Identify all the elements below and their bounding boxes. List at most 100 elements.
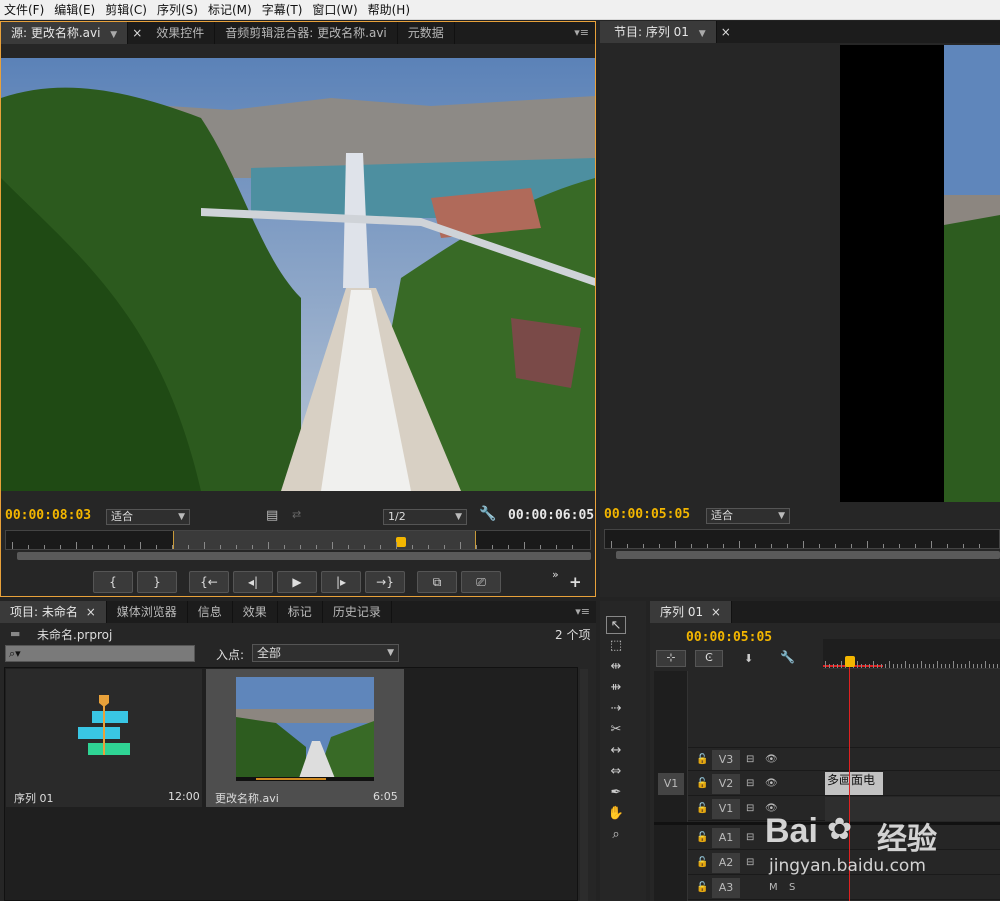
ruler-tick	[755, 544, 756, 548]
close-icon[interactable]: ×	[711, 605, 721, 619]
rolling-edit-tool-icon[interactable]: ⇻	[606, 679, 626, 697]
close-icon[interactable]: ×	[717, 21, 735, 43]
source-time-ruler[interactable]	[5, 530, 591, 550]
panel-menu-icon[interactable]: ▾≡	[568, 22, 595, 44]
menu-edit[interactable]: 编辑(E)	[50, 0, 101, 19]
lock-icon[interactable]: 🔓	[696, 882, 708, 894]
step-forward-button[interactable]: |▸	[321, 571, 361, 593]
zoom-tool-icon[interactable]: ⌕	[606, 826, 626, 844]
panel-menu-icon[interactable]: ▾≡	[569, 601, 596, 623]
toggle-sync-icon[interactable]: ⊟	[746, 803, 754, 815]
toggle-sync-icon[interactable]: ⊟	[746, 857, 754, 869]
program-fit-dropdown[interactable]: 适合 ▼	[706, 508, 790, 524]
tab-history[interactable]: 历史记录	[323, 601, 392, 623]
go-to-out-button[interactable]: →}	[365, 571, 405, 593]
menu-title[interactable]: 字幕(T)	[258, 0, 309, 19]
tab-info[interactable]: 信息	[188, 601, 233, 623]
mark-out-button[interactable]: }	[137, 571, 177, 593]
lock-icon[interactable]: 🔓	[696, 778, 708, 790]
track-label-v3[interactable]: V3	[712, 750, 740, 770]
source-timecode-current[interactable]: 00:00:08:03	[5, 508, 91, 523]
tab-source-dropdown-icon[interactable]: ▼	[110, 30, 117, 40]
film-icon[interactable]: ▤	[266, 508, 278, 523]
solo-toggle[interactable]: S	[789, 882, 795, 894]
slide-tool-icon[interactable]: ⇔	[606, 763, 626, 781]
pen-tool-icon[interactable]: ✒	[606, 784, 626, 802]
program-timecode-current[interactable]: 00:00:05:05	[604, 507, 690, 522]
track-label-v2[interactable]: V2	[712, 774, 740, 794]
toggle-sync-icon[interactable]: ⊟	[746, 778, 754, 790]
inpoint-dropdown[interactable]: 全部 ▼	[252, 644, 399, 662]
razor-tool-icon[interactable]: ✂	[606, 721, 626, 739]
tab-effect-controls[interactable]: 效果控件	[146, 22, 216, 44]
source-fit-dropdown[interactable]: 适合 ▼	[106, 509, 190, 525]
tab-audio-clip-mixer[interactable]: 音频剪辑混合器: 更改名称.avi	[215, 22, 398, 44]
menu-marker[interactable]: 标记(M)	[204, 0, 258, 19]
source-resolution-dropdown[interactable]: 1/2 ▼	[383, 509, 467, 525]
source-zoom-scrollbar[interactable]	[17, 552, 591, 560]
rate-stretch-tool-icon[interactable]: ⇢	[606, 700, 626, 718]
track-label-a3[interactable]: A3	[712, 878, 740, 898]
ripple-edit-tool-icon[interactable]: ⇹	[606, 658, 626, 676]
toggle-sync-icon[interactable]: ⊟	[746, 832, 754, 844]
tab-program[interactable]: 节目: 序列 01 ▼	[600, 21, 717, 43]
lock-icon[interactable]: 🔓	[696, 832, 708, 844]
project-scrollbar[interactable]	[580, 669, 588, 901]
wrench-icon[interactable]: 🔧	[479, 506, 496, 522]
source-patch-v1[interactable]: V1	[658, 773, 684, 795]
search-input[interactable]: ⌕▾	[5, 645, 195, 662]
add-marker-icon[interactable]: ⬇	[744, 652, 753, 665]
linked-selection-button[interactable]: Ͼ	[695, 650, 723, 667]
lock-icon[interactable]: 🔓	[696, 754, 708, 766]
tab-metadata[interactable]: 元数据	[398, 22, 455, 44]
timeline-timecode[interactable]: 00:00:05:05	[686, 630, 772, 645]
drag-video-icon[interactable]: ⇄	[292, 508, 301, 521]
slip-tool-icon[interactable]: ↔	[606, 742, 626, 760]
project-item-sequence[interactable]: 序列 01 12:00	[6, 669, 202, 807]
project-item-clip[interactable]: 更改名称.avi 6:05	[206, 669, 404, 807]
eye-icon[interactable]: 👁	[765, 778, 778, 790]
insert-button[interactable]: ⧉	[417, 571, 457, 593]
timeline-clip[interactable]: 多画面电	[825, 772, 883, 795]
lock-icon[interactable]: 🔓	[696, 803, 708, 815]
snap-button[interactable]: ⊹	[656, 650, 686, 667]
menu-file[interactable]: 文件(F)	[0, 0, 50, 19]
tab-markers[interactable]: 标记	[278, 601, 323, 623]
tab-effects[interactable]: 效果	[233, 601, 278, 623]
tab-media-browser[interactable]: 媒体浏览器	[107, 601, 188, 623]
program-zoom-scrollbar[interactable]	[616, 551, 1000, 559]
menu-clip[interactable]: 剪辑(C)	[101, 0, 153, 19]
track-select-tool-icon[interactable]: ⬚	[606, 637, 626, 655]
menu-help[interactable]: 帮助(H)	[364, 0, 416, 19]
source-playhead-marker[interactable]	[396, 537, 406, 547]
menu-window[interactable]: 窗口(W)	[308, 0, 363, 19]
ruler-tick	[941, 664, 942, 668]
track-label-v1[interactable]: V1	[712, 799, 740, 819]
tab-project[interactable]: 项目: 未命名 ×	[0, 601, 107, 623]
close-icon[interactable]: ×	[128, 22, 146, 44]
mute-toggle[interactable]: M	[769, 882, 778, 894]
timeline-playhead-marker[interactable]	[845, 656, 855, 667]
toggle-sync-icon[interactable]: ⊟	[746, 754, 754, 766]
hand-tool-icon[interactable]: ✋	[606, 805, 626, 823]
selection-tool-icon[interactable]: ↖	[606, 616, 626, 634]
track-label-a1[interactable]: A1	[712, 828, 740, 848]
track-label-a2[interactable]: A2	[712, 853, 740, 873]
button-editor-icon[interactable]: »	[552, 568, 559, 581]
close-icon[interactable]: ×	[86, 605, 96, 619]
tab-program-dropdown-icon[interactable]: ▼	[699, 29, 706, 39]
eye-icon[interactable]: 👁	[765, 754, 778, 766]
lock-icon[interactable]: 🔓	[696, 857, 708, 869]
add-button-icon[interactable]: +	[569, 573, 582, 591]
step-back-button[interactable]: ◂|	[233, 571, 273, 593]
overwrite-button[interactable]: ⎚	[461, 571, 501, 593]
program-time-ruler[interactable]	[604, 529, 1000, 549]
mark-in-button[interactable]: {	[93, 571, 133, 593]
project-panel: 项目: 未命名 × 媒体浏览器 信息 效果 标记 历史记录 ▾≡ ▬ 未命名.p…	[0, 601, 596, 901]
go-to-in-button[interactable]: {←	[189, 571, 229, 593]
play-button[interactable]: ▶	[277, 571, 317, 593]
tab-source[interactable]: 源: 更改名称.avi ▼	[1, 22, 129, 44]
tab-sequence[interactable]: 序列 01 ×	[650, 601, 732, 623]
timeline-settings-wrench-icon[interactable]: 🔧	[780, 650, 795, 664]
menu-sequence[interactable]: 序列(S)	[153, 0, 204, 19]
